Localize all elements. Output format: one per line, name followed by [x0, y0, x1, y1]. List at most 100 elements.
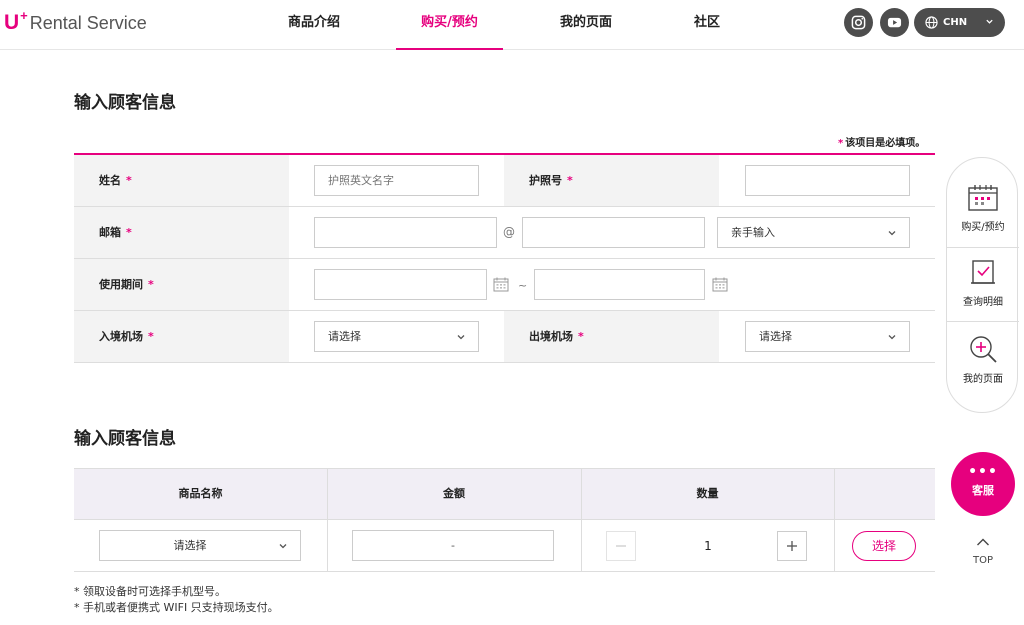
arrival-airport-value: 请选择	[328, 330, 361, 343]
arrival-airport-select[interactable]: 请选择	[314, 321, 479, 352]
amount-value: -	[451, 539, 455, 552]
calendar-icon	[968, 185, 998, 211]
scroll-top-button[interactable]: TOP	[966, 537, 1000, 566]
name-input[interactable]	[314, 165, 479, 196]
calendar-icon[interactable]	[712, 277, 728, 292]
globe-icon	[925, 16, 938, 29]
column-divider	[327, 468, 328, 572]
arrival-airport-label-text: 入境机场	[99, 330, 143, 343]
email-domain-select[interactable]: 亲手输入	[717, 217, 910, 248]
email-label-text: 邮箱	[99, 226, 121, 239]
nav-purchase[interactable]: 购买/预约	[396, 0, 503, 50]
arrival-airport-label: 入境机场 *	[74, 311, 289, 362]
language-selector[interactable]: CHN	[914, 8, 1005, 37]
required-star: *	[126, 226, 132, 239]
period-start-input[interactable]	[314, 269, 487, 300]
scroll-top-label: TOP	[972, 555, 993, 566]
email-label: 邮箱 *	[74, 207, 289, 258]
youtube-button[interactable]	[880, 8, 909, 37]
email-local-input[interactable]	[314, 217, 497, 248]
amount-field: -	[352, 530, 554, 561]
chevron-down-icon	[986, 19, 993, 24]
product-section-title: 输入顾客信息	[74, 429, 176, 449]
required-star: *	[567, 174, 573, 187]
quantity-decrease-button[interactable]	[606, 531, 636, 561]
departure-airport-label-text: 出境机场	[529, 330, 573, 343]
logo-text: Rental Service	[29, 13, 147, 33]
quantity-value[interactable]: 1	[646, 539, 770, 553]
column-product-name: 商品名称	[178, 487, 223, 500]
period-label-text: 使用期间	[99, 278, 143, 291]
nav-products[interactable]: 商品介绍	[273, 0, 355, 50]
instagram-button[interactable]	[844, 8, 873, 37]
calendar-icon[interactable]	[493, 277, 509, 292]
product-select-value: 请选择	[173, 539, 207, 552]
nav-community[interactable]: 社区	[679, 0, 735, 50]
customer-service-label: 客服	[972, 484, 994, 497]
plus-icon	[787, 541, 797, 551]
minus-icon	[616, 545, 626, 547]
passport-input[interactable]	[745, 165, 910, 196]
passport-label: 护照号 *	[504, 155, 719, 206]
departure-airport-label: 出境机场 *	[504, 311, 719, 362]
product-notes: * 领取设备时可选择手机型号。 * 手机或者便携式 WIFI 只支持现场支付。	[74, 584, 279, 616]
column-action	[834, 469, 935, 519]
logo-mark: U	[4, 11, 20, 34]
quick-inquiry-label: 查询明细	[963, 297, 1003, 308]
chevron-up-icon	[977, 538, 989, 546]
column-divider	[581, 468, 582, 572]
chat-dots-icon: •••	[968, 464, 998, 480]
customer-form: 姓名 * 护照号 * 邮箱 * @ 亲手输入 使用期间 * ~	[74, 153, 935, 363]
brand-logo[interactable]: U + Rental Service	[4, 8, 147, 39]
note-item: * 领取设备时可选择手机型号。	[74, 585, 226, 598]
product-select[interactable]: 请选择	[99, 530, 301, 561]
required-note: * 该项目是必填项。	[838, 134, 925, 149]
column-quantity: 数量	[696, 487, 719, 500]
top-header: U + Rental Service 商品介绍 购买/预约 我的页面 社区 CH…	[0, 0, 1024, 50]
magnifier-plus-icon	[970, 336, 997, 363]
period-end-input[interactable]	[534, 269, 705, 300]
form-row-email: 邮箱 * @ 亲手输入	[74, 207, 935, 259]
departure-airport-select[interactable]: 请选择	[745, 321, 910, 352]
period-label: 使用期间 *	[74, 259, 289, 310]
period-separator: ~	[518, 279, 528, 292]
required-star: *	[838, 138, 844, 149]
quick-divider	[947, 247, 1019, 248]
quick-mypage-label: 我的页面	[963, 374, 1003, 385]
quick-menu: 购买/预约 查询明细 我的页面	[946, 157, 1019, 413]
logo-plus: +	[20, 8, 28, 23]
column-amount: 金额	[443, 487, 465, 500]
chevron-down-icon	[457, 335, 465, 340]
quantity-increase-button[interactable]	[777, 531, 807, 561]
email-domain-input[interactable]	[522, 217, 705, 248]
quick-mypage[interactable]: 我的页面	[947, 334, 1019, 385]
quick-purchase-label: 购买/预约	[961, 222, 1005, 233]
language-label: CHN	[943, 17, 968, 28]
required-star: *	[126, 174, 132, 187]
nav-mypage[interactable]: 我的页面	[545, 0, 627, 50]
name-label: 姓名 *	[74, 155, 289, 206]
column-divider	[834, 468, 835, 572]
choose-button[interactable]: 选择	[852, 531, 916, 561]
product-table-header: 商品名称 金额 数量	[74, 468, 935, 520]
name-label-text: 姓名	[99, 174, 121, 187]
required-star: *	[578, 330, 584, 343]
quick-purchase[interactable]: 购买/预约	[947, 184, 1019, 233]
document-check-icon	[971, 260, 995, 284]
at-sign: @	[503, 225, 515, 239]
form-row-period: 使用期间 * ~	[74, 259, 935, 311]
passport-label-text: 护照号	[529, 174, 562, 187]
quick-inquiry[interactable]: 查询明细	[947, 259, 1019, 308]
instagram-icon	[851, 15, 866, 30]
departure-airport-value: 请选择	[759, 330, 792, 343]
required-star: *	[148, 330, 154, 343]
product-row: 请选择 - 1 选择	[74, 520, 935, 572]
quick-divider	[947, 321, 1019, 322]
required-star: *	[148, 278, 154, 291]
email-domain-select-value: 亲手输入	[731, 226, 775, 239]
chevron-down-icon	[279, 544, 287, 549]
note-item: * 手机或者便携式 WIFI 只支持现场支付。	[74, 601, 279, 614]
customer-service-button[interactable]: ••• 客服	[951, 452, 1015, 516]
required-note-text: 该项目是必填项。	[845, 138, 926, 149]
form-row-name: 姓名 * 护照号 *	[74, 155, 935, 207]
